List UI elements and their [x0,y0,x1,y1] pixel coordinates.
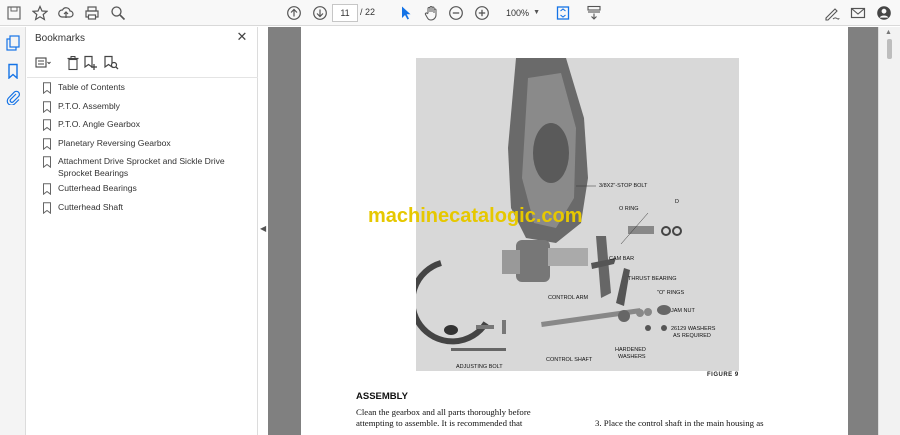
figure-label: 3/8X2"-STOP BOLT [599,183,648,189]
bookmark-icon [43,201,51,214]
bookmark-icon [43,119,51,131]
bookmark-label: Table of Contents [58,82,125,92]
body-text-right: 3. Place the control shaft in the main h… [595,418,764,428]
side-rail [0,27,26,435]
bookmark-icon [43,82,51,94]
bookmark-label: P.T.O. Assembly [58,100,120,111]
bookmark-icon [43,156,51,168]
bookmark-label: Attachment Drive Sprocket and Sickle Dri… [58,156,225,178]
figure-label: CAM BAR [609,256,635,262]
figure-label: AS REQUIRED [673,333,711,339]
zoom-out-icon[interactable] [446,3,466,23]
bookmark-item[interactable]: P.T.O. Assembly [42,101,252,113]
bookmark-icon [43,100,51,113]
hand-tool-icon[interactable] [421,3,441,23]
bookmark-item[interactable]: P.T.O. Angle Gearbox [42,119,252,131]
close-icon[interactable]: ✕ [235,30,249,44]
next-page-icon[interactable] [310,3,330,23]
scroll-mode-icon[interactable] [584,3,604,23]
bookmark-item[interactable]: Planetary Reversing Gearbox [42,138,252,150]
figure-label: THRUST BEARING [628,276,677,282]
search-icon[interactable] [108,3,128,23]
bookmark-item[interactable]: Cutterhead Bearings [42,183,252,195]
collapse-panel-arrow-icon[interactable]: ◀ [260,224,266,233]
bookmark-item[interactable]: Table of Contents [42,82,252,94]
document-viewport[interactable]: 3/8X2"-STOP BOLT O RING D CAM BAR THRUST… [268,27,878,435]
select-cursor-icon[interactable] [396,3,416,23]
figure-label: WASHERS [618,354,646,360]
chevron-down-icon: ▼ [533,9,540,16]
bookmark-icon [43,137,51,150]
figure-label: CONTROL ARM [548,295,589,301]
find-bookmark-icon[interactable] [103,55,119,71]
save-icon[interactable] [4,3,24,23]
zoom-in-icon[interactable] [472,3,492,23]
vertical-scrollbar[interactable]: ▲ [878,27,900,435]
bookmark-item[interactable]: Cutterhead Shaft [42,202,252,214]
account-icon[interactable] [874,3,894,23]
new-bookmark-icon[interactable] [83,55,99,71]
print-icon[interactable] [82,3,102,23]
watermark-text: machinecatalogic.com [368,205,583,227]
page-total-label: / 22 [360,7,376,17]
options-menu-icon[interactable] [35,55,51,71]
attachment-icon[interactable] [5,89,21,105]
figure-label: JAM NUT [671,308,695,314]
bookmark-label: Planetary Reversing Gearbox [58,137,171,148]
delete-bookmark-icon[interactable] [65,55,81,71]
star-icon[interactable] [30,3,50,23]
bookmark-icon [43,183,51,195]
panel-title: Bookmarks [35,33,86,44]
section-heading: ASSEMBLY [356,391,408,402]
figure-label: "O" RINGS [657,290,685,296]
figure-label: 26129 WASHERS [671,326,716,332]
previous-page-icon[interactable] [284,3,304,23]
scroll-up-icon[interactable]: ▲ [885,29,892,36]
figure-label: HARDENED [615,347,646,353]
scrollbar-thumb[interactable] [887,39,892,59]
email-icon[interactable] [848,3,868,23]
bookmarks-panel: Bookmarks ✕ Table of Contents P.T.O. Ass… [27,27,258,435]
bookmark-label: Cutterhead Shaft [58,201,123,212]
upload-icon[interactable] [56,3,76,23]
sign-icon[interactable] [822,3,842,23]
page-number-input[interactable]: 11 [332,4,358,22]
bookmark-item[interactable]: Attachment Drive Sprocket and Sickle Dri… [42,156,252,179]
figure-caption: FIGURE 9 [707,372,739,378]
figure-label: D [675,199,679,205]
panel-divider [27,77,258,78]
zoom-select[interactable]: 100% ▼ [494,4,544,22]
figure-label: ADJUSTING BOLT [456,364,503,370]
bookmark-label: Cutterhead Bearings [58,183,137,193]
pdf-page: 3/8X2"-STOP BOLT O RING D CAM BAR THRUST… [301,27,848,435]
figure-label: O RING [619,206,639,212]
page-fit-icon[interactable] [553,3,573,23]
body-text-left: Clean the gearbox and all parts thorough… [356,407,531,428]
figure-label: CONTROL SHAFT [546,357,593,363]
zoom-value: 100% [506,8,530,18]
pages-thumbnails-icon[interactable] [5,35,21,51]
main-toolbar: 11 / 22 100% ▼ [0,0,900,26]
bookmarks-icon[interactable] [5,63,21,79]
bookmark-label: P.T.O. Angle Gearbox [58,119,141,129]
bookmark-list: Table of Contents P.T.O. Assembly P.T.O.… [42,82,252,214]
